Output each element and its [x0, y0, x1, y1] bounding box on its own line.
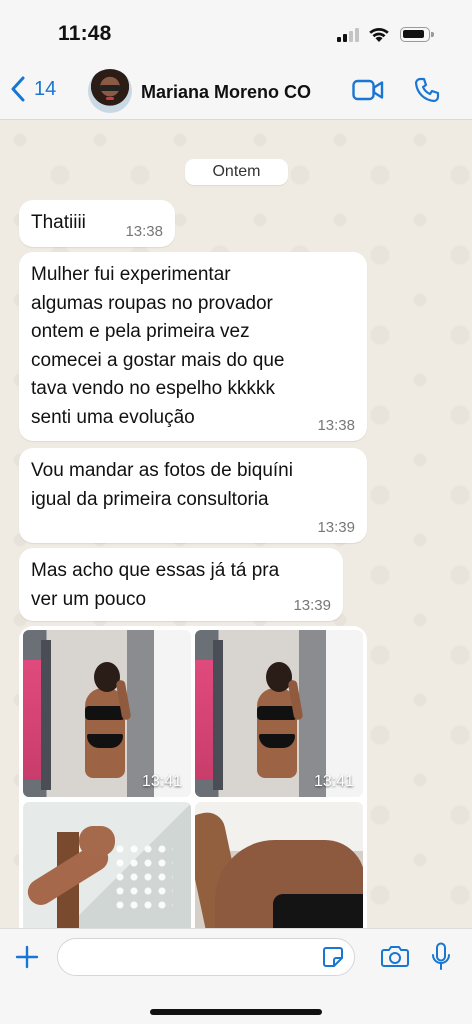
- back-button[interactable]: 14: [10, 76, 56, 102]
- photo-thumbnail[interactable]: [195, 802, 363, 928]
- message-bubble[interactable]: Mulher fui experimentar algumas roupas n…: [19, 252, 367, 441]
- message-bubble[interactable]: Mas acho que essas já tá pra ver um pouc…: [19, 548, 343, 621]
- message-time: 13:38: [317, 417, 355, 434]
- message-time: 13:39: [293, 597, 331, 614]
- message-time: 13:38: [125, 223, 163, 240]
- sticker-icon[interactable]: [322, 946, 344, 968]
- contact-name[interactable]: Mariana Moreno CO: [141, 82, 311, 103]
- date-separator: Ontem: [185, 159, 288, 185]
- message-text: Vou mandar as fotos de biquíni igual da …: [31, 460, 293, 510]
- photo-thumbnail[interactable]: 13:41: [195, 630, 363, 797]
- cellular-signal-icon: [337, 28, 363, 42]
- message-time: 13:39: [317, 519, 355, 536]
- status-time: 11:48: [58, 22, 112, 45]
- message-bubble[interactable]: Vou mandar as fotos de biquíni igual da …: [19, 448, 367, 543]
- photo-time: 13:41: [313, 773, 354, 790]
- video-call-icon[interactable]: [352, 79, 384, 101]
- photo-thumbnail[interactable]: [23, 802, 191, 928]
- camera-icon[interactable]: [381, 944, 409, 968]
- chat-area[interactable]: Ontem Thatiiii 13:38 Mulher fui experime…: [0, 120, 472, 928]
- photo-album: 13:41 13:41: [19, 626, 367, 928]
- avatar[interactable]: [88, 69, 132, 113]
- message-bubble[interactable]: Thatiiii 13:38: [19, 200, 175, 247]
- message-input[interactable]: [57, 938, 355, 976]
- battery-icon: [400, 27, 434, 42]
- home-indicator: [150, 1009, 322, 1015]
- message-text: Mulher fui experimentar algumas roupas n…: [31, 264, 285, 428]
- wifi-icon: [369, 27, 389, 42]
- photo-thumbnail[interactable]: 13:41: [23, 630, 191, 797]
- mic-icon[interactable]: [431, 942, 451, 972]
- status-bar: 11:48: [0, 0, 472, 62]
- chat-header: 14 Mariana Moreno CO: [0, 62, 472, 120]
- message-text: Mas acho que essas já tá pra ver um pouc…: [31, 560, 280, 610]
- chevron-left-icon: [11, 76, 25, 102]
- plus-icon[interactable]: [15, 945, 39, 969]
- unread-count: 14: [34, 77, 57, 100]
- photo-time: 13:41: [141, 773, 182, 790]
- phone-icon[interactable]: [414, 77, 440, 103]
- input-bar: [0, 928, 472, 1024]
